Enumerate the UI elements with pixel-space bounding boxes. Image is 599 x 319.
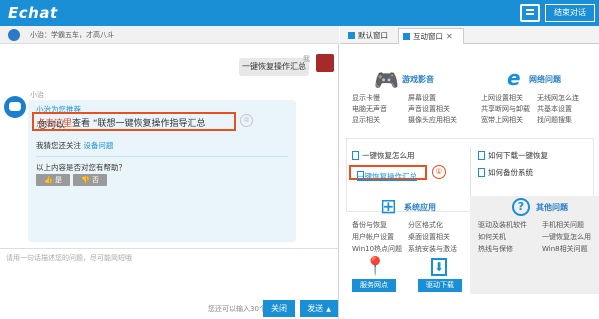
chat-messages: 一键恢复操作汇总 我 小治 小治为您推荐 您可以 点击这里查看 “联想一键恢复操作… <box>0 44 339 262</box>
feedback-yes-button[interactable]: 👍 是 <box>36 174 70 186</box>
close-button[interactable]: 关闭 <box>263 300 295 317</box>
section-other-title[interactable]: 其他问题 <box>536 202 568 213</box>
bottom-bar: 您还可以输入30个字 关闭 发送 ▲ <box>0 298 339 319</box>
user-message-bubble: 一键恢复操作汇总 <box>239 58 309 76</box>
window-tab-icon <box>403 33 410 40</box>
agent-avatar-small <box>8 29 20 41</box>
bot-name: 小治 <box>30 91 44 99</box>
games-link[interactable]: 显示相关 <box>352 115 380 125</box>
tab-default-window[interactable]: 默认窗口 <box>344 28 396 44</box>
message-input[interactable]: 请用一句话描述您的问题，尽可能简短哦 <box>0 248 339 298</box>
answer-prefix: 您可以 <box>38 121 66 131</box>
service-points-button[interactable]: 服务网点 <box>352 279 396 292</box>
network-link[interactable]: 无线网怎么连 <box>537 93 579 103</box>
input-placeholder: 请用一句话描述您的问题，尽可能简短哦 <box>6 254 132 262</box>
gamepad-icon: 🎮 <box>374 68 399 92</box>
other-link[interactable]: 一键恢复怎么用 <box>542 232 591 242</box>
network-link[interactable]: 共基本设置 <box>537 104 572 114</box>
window-tab-icon <box>348 32 355 39</box>
send-label: 发送 <box>307 304 324 313</box>
recovery-summary-link-highlighted[interactable]: 一键恢复操作汇总 <box>349 165 427 181</box>
tab-label: 默认窗口 <box>358 31 388 40</box>
other-link[interactable]: Win8相关问题 <box>542 244 588 254</box>
window-icon[interactable] <box>520 4 540 22</box>
device-issue-link[interactable]: 设备问题 <box>83 141 113 150</box>
windows-icon: ⊞ <box>380 194 397 218</box>
network-link[interactable]: 上网设置相关 <box>481 93 523 103</box>
callout-number-2: ② <box>240 114 253 127</box>
download-icon: ⬇ <box>431 258 447 276</box>
bot-answer-card: 小治为您推荐 您可以 点击这里查看 “联想一键恢复操作指导汇总 ② 我猜您还关注 … <box>28 100 296 242</box>
system-link[interactable]: 备份与恢复 <box>352 220 387 230</box>
send-button[interactable]: 发送 ▲ <box>300 300 338 317</box>
follow-prefix: 我猜您还关注 <box>36 141 81 150</box>
driver-download-button[interactable]: 驱动下载 <box>418 279 462 292</box>
send-options-arrow-icon[interactable]: ▲ <box>326 306 331 313</box>
echat-logo: Echat <box>8 4 58 22</box>
recovery-link-label: 如何备份系统 <box>488 168 533 177</box>
section-system-title[interactable]: 系统应用 <box>404 202 436 213</box>
system-link[interactable]: 用户帐户设置 <box>352 232 394 242</box>
bot-avatar <box>4 96 26 118</box>
feedback-question: 以上内容是否对您有帮助？ <box>36 163 126 172</box>
other-link[interactable]: 驱动及装机软件 <box>478 220 527 230</box>
user-avatar <box>316 54 334 72</box>
section-network-title[interactable]: 网络问题 <box>529 74 561 85</box>
recovery-link[interactable]: 如何备份系统 <box>478 167 533 178</box>
recovery-divider <box>470 147 471 199</box>
system-link[interactable]: Win10热点问题 <box>352 244 402 254</box>
recovery-link-label: 一键恢复操作汇总 <box>357 172 417 181</box>
network-link[interactable]: 宽带上网相关 <box>481 115 523 125</box>
document-icon <box>478 151 485 160</box>
user-label: 我 <box>303 55 310 63</box>
network-link[interactable]: 共享断网与卸载 <box>481 104 530 114</box>
agent-subbar: 小治：学霸五车，才高八斗 <box>0 26 339 44</box>
help-pane: 默认窗口 互动窗口 ✕ 🎮 游戏影音 显示卡慢 屏幕设置 电脑无声音 声音设置相关… <box>340 26 599 319</box>
recovery-link[interactable]: 一键恢复怎么用 <box>352 150 415 161</box>
games-link[interactable]: 屏幕设置 <box>408 93 436 103</box>
follow-line: 我猜您还关注 设备问题 <box>36 140 113 151</box>
end-conversation-button[interactable]: 结束对话 <box>545 4 595 22</box>
tab-interactive-window[interactable]: 互动窗口 ✕ <box>398 28 464 44</box>
recovery-link[interactable]: 如何下载一键恢复 <box>478 150 548 161</box>
other-link[interactable]: 手机相关问题 <box>542 220 584 230</box>
games-link[interactable]: 摄像头应用相关 <box>408 115 457 125</box>
recovery-link-label: 一键恢复怎么用 <box>362 151 415 160</box>
system-link[interactable]: 系统安装与激活 <box>408 244 457 254</box>
section-games-title[interactable]: 游戏影音 <box>402 74 434 85</box>
system-link[interactable]: 桌面设置相关 <box>408 232 450 242</box>
document-icon <box>478 168 485 177</box>
tab-label: 互动窗口 <box>413 32 443 41</box>
games-link[interactable]: 电脑无声音 <box>352 104 387 114</box>
agent-subtitle: 小治：学霸五车，才高八斗 <box>30 31 114 39</box>
other-link[interactable]: 如何关机 <box>478 232 506 242</box>
document-icon <box>352 151 359 160</box>
card-divider <box>36 156 288 157</box>
highlighted-answer: 您可以 点击这里查看 “联想一键恢复操作指导汇总 <box>32 112 236 131</box>
question-icon: ? <box>512 198 530 216</box>
ie-icon: e <box>507 66 521 90</box>
games-link[interactable]: 声音设置相关 <box>408 104 450 114</box>
games-link[interactable]: 显示卡慢 <box>352 93 380 103</box>
system-link[interactable]: 分区格式化 <box>408 220 443 230</box>
feedback-no-button[interactable]: 👎 否 <box>73 174 107 186</box>
answer-suffix: 查看 “联想一键恢复操作指导汇总 <box>72 119 206 129</box>
other-link[interactable]: 热线与保修 <box>478 244 513 254</box>
location-pin-icon: 📍 <box>364 256 387 277</box>
recovery-link-label: 如何下载一键恢复 <box>488 151 548 160</box>
network-link[interactable]: 找问题搜集 <box>537 115 572 125</box>
tab-bar: 默认窗口 互动窗口 ✕ <box>340 26 599 44</box>
callout-number-1: ① <box>432 165 446 179</box>
chat-pane: 小治：学霸五车，才高八斗 一键恢复操作汇总 我 小治 小治为您推荐 您可以 点击这… <box>0 26 339 319</box>
echat-window: Echat 结束对话 小治：学霸五车，才高八斗 一键恢复操作汇总 我 小治 小治… <box>0 0 599 319</box>
close-icon[interactable]: ✕ <box>446 32 453 41</box>
header-bar: Echat 结束对话 <box>0 0 599 26</box>
